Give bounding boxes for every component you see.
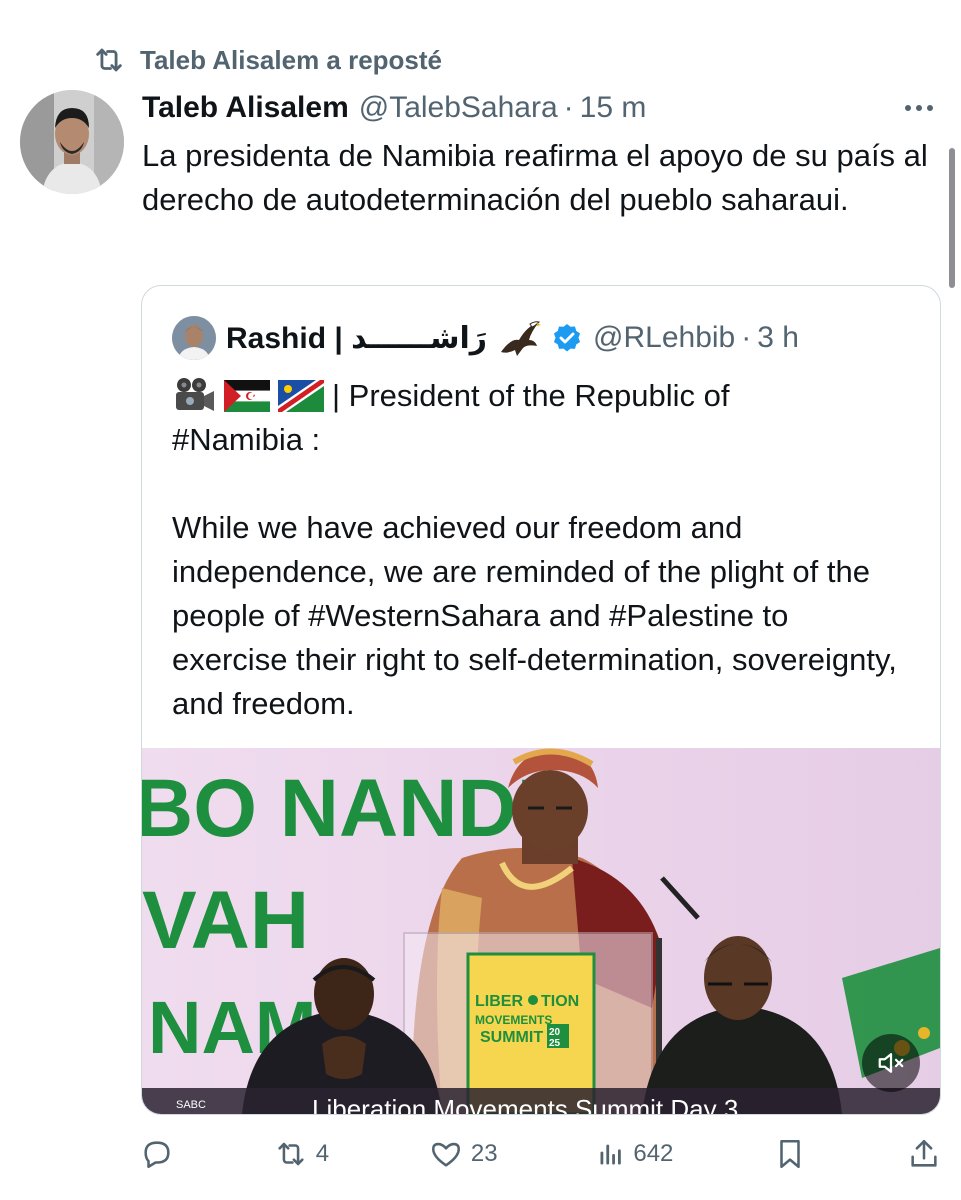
quoted-line-1: | President of the Republic of (332, 378, 730, 413)
separator-dot: · (563, 91, 574, 124)
podium-year-top: 20 (549, 1027, 561, 1038)
podium-text-1: LIBER (475, 993, 523, 1010)
share-icon (911, 1139, 937, 1167)
tweet-text: La presidenta de Namibia reafirma el apo… (142, 138, 928, 217)
bookmark-button[interactable] (773, 1137, 807, 1171)
banner-text-1: BO NANDI (142, 763, 539, 854)
podium-text-2: MOVEMENTS (475, 1013, 552, 1027)
eagle-emoji-icon (501, 321, 542, 356)
analytics-icon (600, 1144, 622, 1165)
podium-year-bottom: 25 (549, 1038, 561, 1049)
reply-button[interactable] (140, 1137, 174, 1171)
repost-button[interactable]: 4 (274, 1137, 329, 1171)
like-button[interactable]: 23 (429, 1137, 498, 1171)
heart-icon (431, 1142, 460, 1167)
like-count: 23 (470, 1140, 498, 1167)
quoted-tweet-timestamp[interactable]: 3 h (757, 321, 799, 355)
author-handle[interactable]: @TalebSahara (359, 91, 558, 125)
scrollbar[interactable] (949, 148, 955, 288)
share-button[interactable] (907, 1137, 941, 1171)
repost-indicator[interactable]: Taleb Alisalem a reposté (92, 42, 442, 78)
tweet-timestamp[interactable]: 15 m (580, 91, 647, 125)
author-avatar[interactable] (20, 90, 124, 194)
more-options-icon[interactable] (901, 96, 937, 120)
video-caption: Liberation Movements Summit Day 3 (312, 1094, 738, 1114)
quoted-author-avatar[interactable] (172, 316, 216, 360)
repost-action-icon (278, 1142, 304, 1166)
reply-icon (144, 1141, 170, 1169)
quoted-author-name[interactable]: Rashid | رَاشــــــد (226, 321, 487, 356)
mute-button[interactable] (862, 1034, 920, 1092)
views-button[interactable]: 642 (597, 1139, 673, 1169)
banner-text-2: VAH (142, 875, 309, 966)
podium-text-3: SUMMIT (480, 1029, 543, 1046)
quoted-first-line: | President of the Republic of (172, 374, 912, 418)
sahrawi-flag-icon (224, 380, 270, 412)
video-player[interactable]: BO NANDI VAH NAM LIBER TION MOVEMENTS SU… (142, 748, 940, 1114)
quoted-author-handle[interactable]: @RLehbib (593, 321, 735, 355)
quoted-line-2: #Namibia : (172, 422, 321, 457)
podium-text-1b: TION (541, 993, 579, 1010)
quoted-tweet[interactable]: Rashid | رَاشــــــد @RLehbib · 3 h | Pr… (141, 285, 941, 1115)
namibia-flag-icon (278, 380, 324, 412)
speaker-muted-icon (878, 1053, 904, 1073)
verified-badge-icon (553, 324, 581, 352)
tweet-action-bar: 4 23 642 (140, 1130, 941, 1178)
movie-camera-icon (176, 378, 214, 411)
repost-label: Taleb Alisalem a reposté (140, 44, 443, 75)
quoted-tweet-text: | President of the Republic of #Namibia … (172, 374, 912, 726)
repost-count: 4 (315, 1140, 330, 1167)
tweet-header: Taleb Alisalem @TalebSahara · 15 m (142, 86, 921, 130)
view-count: 642 (633, 1140, 674, 1167)
quoted-paragraph: While we have achieved our freedom and i… (172, 510, 897, 721)
repost-icon (96, 48, 122, 72)
video-frame: BO NANDI VAH NAM LIBER TION MOVEMENTS SU… (142, 748, 940, 1114)
bookmark-icon (780, 1139, 800, 1169)
quoted-separator-dot: · (741, 321, 752, 354)
quoted-tweet-header: Rashid | رَاشــــــد @RLehbib · 3 h (172, 314, 799, 362)
broadcaster-logo: SABC (176, 1099, 206, 1111)
author-name[interactable]: Taleb Alisalem (142, 91, 349, 125)
